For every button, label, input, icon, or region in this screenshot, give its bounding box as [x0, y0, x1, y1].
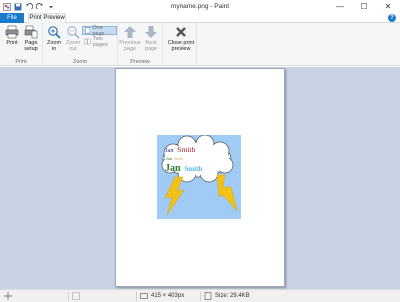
name-line-2-last: Smith	[174, 157, 183, 161]
zoom-out-button[interactable]: Zoom out	[62, 25, 84, 52]
lightning-bolt-right	[216, 174, 238, 212]
file-size: Size: 29.4KB	[204, 290, 250, 302]
name-line-3: Jan Smith	[165, 163, 202, 174]
next-page-button[interactable]: Next page	[140, 25, 162, 52]
arrow-down-icon	[145, 26, 157, 38]
name-line-1-last: Smith	[177, 145, 195, 154]
help-button[interactable]: ?	[388, 14, 396, 22]
status-divider	[68, 292, 69, 301]
preview-group: Previous page Next page Preview	[118, 23, 163, 66]
zoom-group-label: Zoom	[72, 59, 88, 65]
artwork-image: Jan Smith Jan Smith Jan Smith	[157, 135, 241, 219]
zoom-out-label-line2: out	[69, 46, 77, 52]
ribbon: Print Page setup Print Zoom in Zoom out …	[0, 23, 400, 66]
close-button[interactable]: ✕	[376, 0, 400, 13]
preview-group-label: Preview	[130, 59, 150, 65]
ribbon-tab-bar: File Print Preview ?	[0, 13, 400, 24]
previous-page-button[interactable]: Previous page	[119, 25, 141, 52]
artwork-drawing: Jan Smith Jan Smith Jan Smith	[161, 135, 238, 216]
window-controls: — ☐ ✕	[328, 0, 400, 13]
close-x-icon	[176, 27, 186, 37]
close-print-preview-button[interactable]: Close print preview	[167, 25, 195, 52]
zoom-out-icon	[67, 26, 80, 39]
name-line-1-first: Jan	[165, 147, 174, 154]
name-line-2-first: Jan	[166, 156, 173, 161]
undo-icon[interactable]	[25, 2, 33, 11]
status-divider	[200, 292, 201, 301]
print-preview-page: Jan Smith Jan Smith Jan Smith	[115, 68, 285, 287]
two-pages-button[interactable]: Two pages	[82, 35, 117, 48]
customize-toolbar-icon[interactable]	[47, 3, 55, 11]
cursor-position	[4, 290, 12, 302]
page-setup-icon	[24, 25, 38, 39]
save-icon[interactable]	[14, 3, 22, 11]
minimize-button[interactable]: —	[328, 0, 352, 13]
name-line-3-last: Smith	[184, 165, 202, 173]
name-line-1: Jan Smith	[165, 145, 195, 154]
one-page-icon	[85, 27, 91, 34]
selection-icon	[72, 292, 80, 300]
image-dimensions-icon	[140, 293, 148, 299]
zoom-in-icon	[48, 26, 61, 39]
preview-canvas[interactable]: Jan Smith Jan Smith Jan Smith	[0, 67, 400, 289]
two-pages-icon	[84, 38, 91, 45]
title-bar: myname.png - Paint — ☐ ✕	[0, 0, 400, 13]
close-preview-label-line2: preview	[171, 46, 191, 52]
printer-icon	[5, 25, 19, 39]
maximize-button[interactable]: ☐	[352, 0, 376, 13]
print-label: Print	[6, 40, 18, 46]
page-setup-label-line2: setup	[24, 46, 38, 52]
file-size-text: Size: 29.4KB	[215, 293, 250, 299]
page-setup-button[interactable]: Page setup	[20, 25, 42, 52]
file-size-icon	[204, 292, 212, 300]
selection-size	[72, 290, 80, 302]
print-group-label: Print	[15, 59, 27, 65]
two-pages-label: Two pages	[92, 35, 108, 48]
lightning-bolt-left	[164, 176, 185, 216]
zoom-group: Zoom in Zoom out One page Two pages Zoom	[43, 23, 118, 66]
name-line-2: Jan Smith	[166, 156, 183, 161]
paint-app-icon	[3, 2, 11, 11]
name-line-3-first: Jan	[165, 163, 181, 174]
close-group: Close print preview	[163, 23, 197, 66]
print-group: Print Page setup Print	[0, 23, 43, 66]
next-page-label-line2: page	[144, 46, 158, 52]
image-dimensions: 415 × 403px	[140, 290, 184, 302]
one-page-button[interactable]: One page	[82, 25, 117, 37]
status-bar: 415 × 403px Size: 29.4KB	[0, 289, 400, 302]
quick-access-toolbar	[0, 0, 55, 13]
arrow-up-icon	[124, 26, 136, 38]
cursor-position-icon	[4, 292, 12, 300]
image-dimensions-text: 415 × 403px	[151, 293, 185, 299]
previous-page-label-line2: page	[123, 46, 137, 52]
status-divider	[136, 292, 137, 301]
tab-file[interactable]: File	[0, 13, 24, 23]
redo-icon[interactable]	[36, 2, 44, 11]
